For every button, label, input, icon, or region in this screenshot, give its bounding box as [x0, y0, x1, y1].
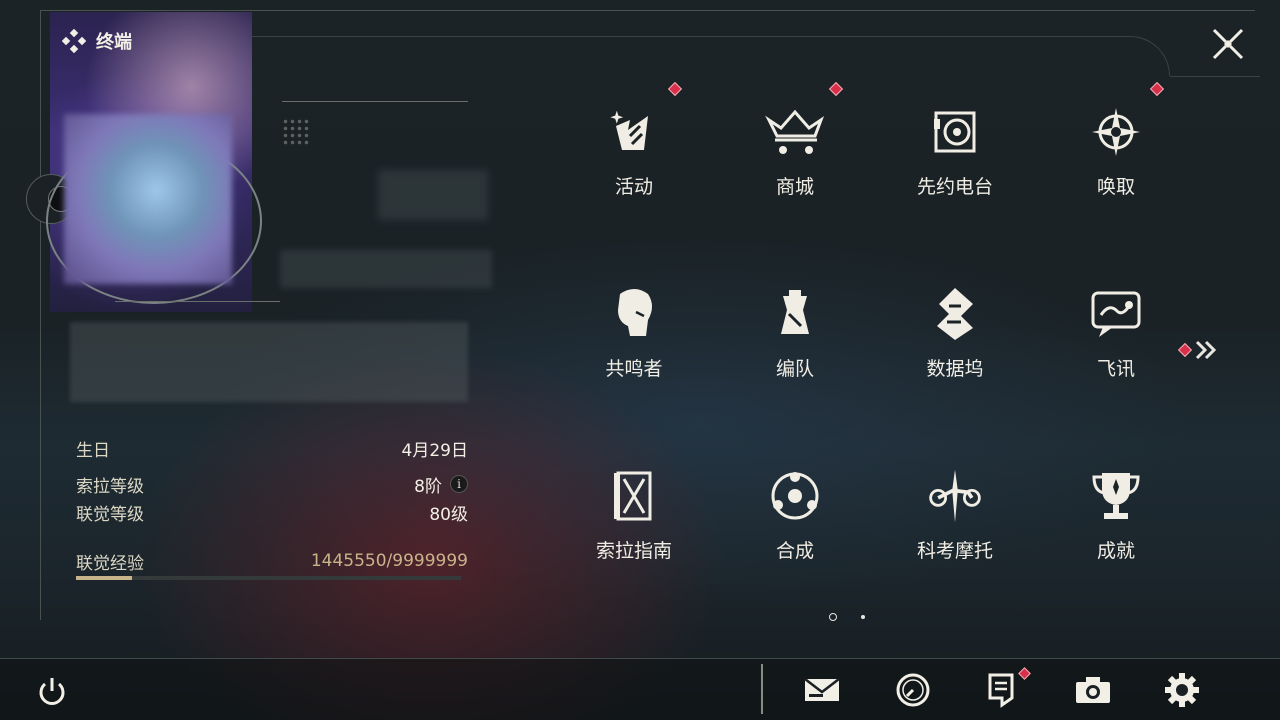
notification-badge: [1149, 81, 1165, 97]
menu-item-messages[interactable]: 飞讯: [1036, 242, 1196, 402]
menu-item-label: 共鸣者: [605, 358, 663, 380]
stat-row-birthday: 生日 4月29日: [76, 436, 468, 461]
stat-row-union-xp: 联觉经验 1445550/9999999: [76, 549, 468, 574]
stat-row-sola-level: 索拉等级 8阶 i: [76, 472, 468, 497]
menu-item-databank[interactable]: 数据坞: [875, 242, 1035, 402]
menu-item-guide[interactable]: 索拉指南: [554, 424, 714, 584]
chevron-double-right-icon: [1195, 340, 1217, 360]
menu-item-activity[interactable]: 活动: [554, 60, 714, 220]
notes-button[interactable]: [980, 670, 1024, 710]
menu-item-label: 商城: [775, 176, 814, 198]
radio-icon: [925, 102, 985, 162]
menu-item-label: 唤取: [1096, 176, 1135, 198]
stat-row-union-level: 联觉等级 80级: [76, 500, 468, 525]
blurred-player-name: [280, 250, 492, 288]
menu-item-label: 索拉指南: [595, 540, 672, 562]
synthesis-icon: [765, 466, 825, 526]
close-icon: [1212, 28, 1244, 60]
menu-item-synthesis[interactable]: 合成: [715, 424, 875, 584]
divider: [282, 101, 468, 102]
frame-line: [40, 10, 41, 620]
info-icon[interactable]: i: [450, 475, 468, 493]
menu-item-label: 飞讯: [1096, 358, 1135, 380]
menu-item-label: 数据坞: [926, 358, 984, 380]
camera-icon: [1076, 677, 1110, 703]
stat-value: 80级: [429, 504, 468, 525]
blurred-uid: [378, 170, 488, 220]
stat-label: 索拉等级: [76, 476, 144, 497]
menu-item-resonators[interactable]: 共鸣者: [554, 242, 714, 402]
mail-button[interactable]: [800, 670, 844, 710]
power-button[interactable]: [32, 672, 72, 712]
menu-item-label: 成就: [1096, 540, 1135, 562]
mail-icon: [804, 678, 840, 701]
motorbike-icon: [925, 466, 985, 526]
divider: [761, 664, 763, 714]
menu-item-label: 合成: [775, 540, 814, 562]
notification-badge: [1177, 342, 1193, 358]
close-button[interactable]: [1206, 22, 1250, 66]
resonator-head-icon: [604, 284, 664, 344]
settings-button[interactable]: [1160, 670, 1204, 710]
notes-icon: [988, 673, 1014, 708]
terminal-header: 终端: [62, 28, 132, 54]
page-title: 终端: [96, 32, 132, 53]
menu-item-convene[interactable]: 唤取: [1036, 60, 1196, 220]
page-dot[interactable]: [861, 615, 865, 619]
divider: [115, 301, 280, 302]
avatar[interactable]: [64, 114, 232, 284]
decor-dots: [282, 118, 310, 146]
xp-progress-fill: [76, 576, 132, 580]
stat-value: 8阶: [414, 476, 442, 497]
menu-item-radio[interactable]: 先约电台: [875, 60, 1035, 220]
team-chess-icon: [765, 284, 825, 344]
menu-item-team[interactable]: 编队: [715, 242, 875, 402]
timer-button[interactable]: [891, 670, 935, 710]
clock-icon: [896, 673, 930, 707]
menu-item-label: 先约电台: [916, 176, 993, 198]
power-icon: [39, 678, 65, 705]
page-dot-active[interactable]: [829, 613, 837, 621]
next-page-button[interactable]: [1177, 338, 1222, 362]
activity-icon: [604, 102, 664, 162]
menu-item-label: 活动: [614, 176, 653, 198]
terminal-diamonds-icon: [62, 29, 86, 53]
stat-value: 1445550/9999999: [310, 551, 468, 571]
shop-crown-cart-icon: [765, 102, 825, 162]
stat-label: 联觉经验: [76, 553, 144, 574]
convene-compass-icon: [1086, 102, 1146, 162]
frame-line: [40, 10, 1255, 11]
guide-book-icon: [604, 466, 664, 526]
xp-progress-bar: [76, 576, 461, 580]
blurred-signature[interactable]: [70, 322, 468, 402]
notification-badge: [667, 81, 683, 97]
notification-badge: [828, 81, 844, 97]
trophy-icon: [1086, 466, 1146, 526]
menu-item-achievements[interactable]: 成就: [1036, 424, 1196, 584]
chat-bubble-icon: [1086, 284, 1146, 344]
camera-button[interactable]: [1071, 670, 1115, 710]
stat-value: 4月29日: [401, 440, 468, 461]
menu-item-label: 科考摩托: [916, 540, 993, 562]
stat-label: 生日: [76, 440, 110, 461]
stat-value-wrap: 8阶 i: [414, 472, 468, 497]
stat-label: 联觉等级: [76, 504, 144, 525]
gear-icon: [1165, 673, 1199, 707]
menu-item-label: 编队: [775, 358, 814, 380]
menu-item-kaktomoto[interactable]: 科考摩托: [875, 424, 1035, 584]
databank-icon: [925, 284, 985, 344]
menu-item-shop[interactable]: 商城: [715, 60, 875, 220]
